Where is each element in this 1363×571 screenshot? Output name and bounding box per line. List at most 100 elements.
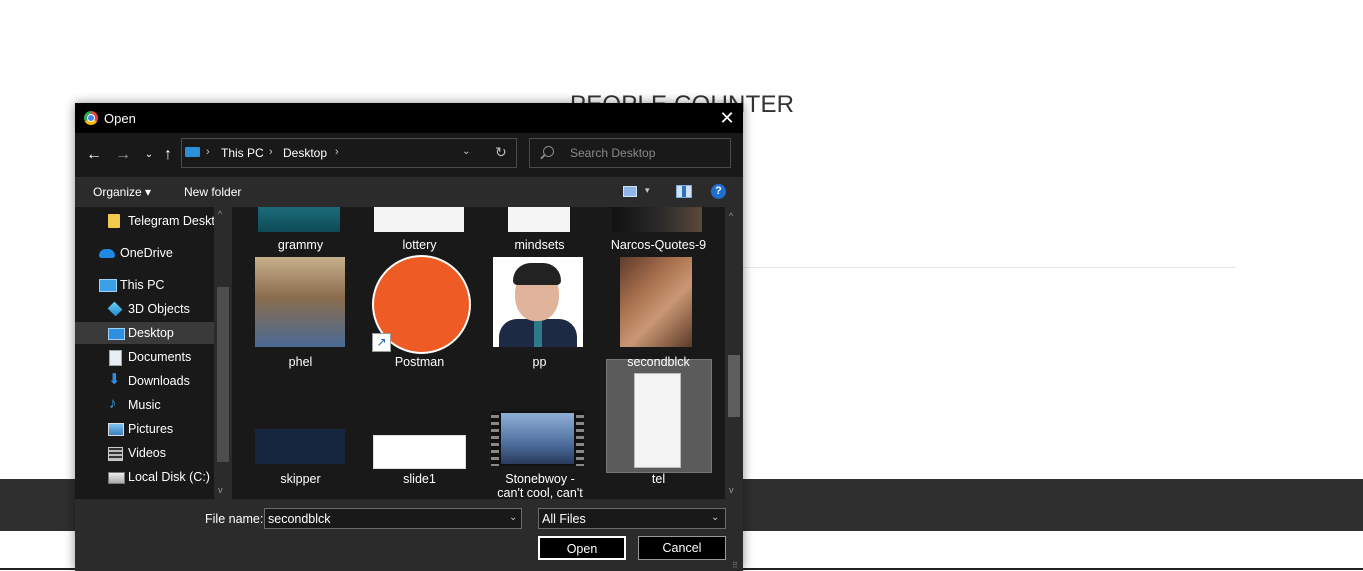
page-divider	[740, 267, 1236, 268]
address-dropdown-icon[interactable]: ⌄	[462, 146, 470, 157]
file-thumbnail-stonebwoy[interactable]	[491, 411, 584, 466]
open-button[interactable]: Open	[538, 536, 626, 560]
command-toolbar: Organize ▾ New folder ▾ ?	[75, 177, 743, 207]
file-name-dropdown-icon[interactable]: ⌄	[509, 512, 517, 523]
close-button[interactable]: ✕	[715, 107, 739, 129]
pc-icon	[185, 147, 200, 157]
nav-item-local-disk[interactable]: Local Disk (C:)	[75, 466, 214, 488]
scroll-up-arrow-icon[interactable]: ^	[218, 209, 222, 219]
music-icon: ♪	[109, 395, 117, 412]
nav-item-label: Music	[128, 398, 161, 412]
scroll-up-arrow-icon[interactable]: ^	[729, 211, 733, 221]
file-thumbnail-mindsets[interactable]	[508, 207, 570, 232]
nav-item-telegram-desktop[interactable]: Telegram Deskto	[75, 210, 222, 232]
video-frame	[501, 413, 574, 464]
preview-pane-icon[interactable]	[676, 185, 692, 198]
file-label-stonebwoy[interactable]: Stonebwoy - can't cool, can't	[484, 472, 596, 499]
nav-item-label: Local Disk (C:)	[128, 470, 210, 484]
chrome-icon	[84, 111, 98, 125]
breadcrumb-separator: ›	[335, 146, 339, 158]
dialog-title: Open	[104, 111, 136, 126]
file-name-label: File name:	[205, 512, 264, 526]
file-name-input[interactable]: secondblck	[264, 508, 522, 529]
file-thumbnail-pp[interactable]	[493, 257, 583, 347]
cancel-button[interactable]: Cancel	[638, 536, 726, 560]
nav-item-videos[interactable]: Videos	[75, 442, 214, 464]
breadcrumb-desktop[interactable]: Desktop	[283, 146, 327, 160]
scroll-down-arrow-icon[interactable]: v	[218, 485, 223, 495]
file-label-skipper[interactable]: skipper	[248, 472, 353, 486]
videos-icon	[108, 447, 123, 461]
file-type-select[interactable]: All Files	[538, 508, 726, 529]
nav-item-desktop[interactable]: Desktop	[75, 322, 214, 344]
nav-item-downloads[interactable]: ⬇ Downloads	[75, 370, 214, 392]
file-list: grammy lottery mindsets Narcos-Quotes-9 …	[232, 207, 725, 499]
nav-item-label: Downloads	[128, 374, 190, 388]
breadcrumb-this-pc[interactable]: This PC	[221, 146, 264, 160]
nav-item-onedrive[interactable]: OneDrive	[75, 242, 214, 264]
nav-item-label: OneDrive	[120, 246, 173, 260]
nav-pane-scrollbar[interactable]: ^ v	[214, 207, 232, 499]
file-thumbnail-grammy[interactable]	[258, 207, 340, 232]
navigation-pane: Telegram Deskto OneDrive This PC 3D Obje…	[75, 207, 232, 499]
file-label-postman[interactable]: Postman	[367, 355, 472, 369]
film-strip	[491, 411, 499, 466]
breadcrumb-separator: ›	[269, 146, 273, 158]
pictures-icon	[108, 423, 124, 436]
file-list-scroll-thumb[interactable]	[728, 355, 740, 417]
file-thumbnail-narcos-quotes[interactable]	[612, 207, 702, 232]
desktop-icon	[108, 328, 125, 340]
file-label-secondblck[interactable]: secondblck	[606, 355, 711, 369]
file-thumbnail-tel[interactable]	[634, 373, 681, 468]
nav-item-label: Pictures	[128, 422, 174, 436]
recent-locations-button[interactable]: ⌄	[139, 145, 159, 165]
file-thumbnail-slide1[interactable]	[373, 435, 466, 469]
file-label-pp[interactable]: pp	[487, 355, 592, 369]
refresh-icon[interactable]: ↻	[495, 144, 507, 161]
forward-button[interactable]: →	[113, 145, 133, 165]
file-label-slide1[interactable]: slide1	[367, 472, 472, 486]
back-button[interactable]: ←	[84, 145, 104, 165]
file-label-grammy[interactable]: grammy	[248, 238, 353, 252]
open-file-dialog: Open ✕ ← → ⌄ ↑ › This PC › Desktop › ⌄ ↻…	[75, 103, 743, 571]
organize-button[interactable]: Organize ▾	[93, 185, 151, 199]
file-thumbnail-secondblck[interactable]	[620, 257, 692, 347]
file-thumbnail-skipper[interactable]	[255, 429, 345, 464]
onedrive-icon	[99, 249, 115, 258]
nav-item-documents[interactable]: Documents	[75, 346, 214, 368]
change-view-icon[interactable]	[623, 186, 637, 197]
nav-pane-scroll-thumb[interactable]	[217, 287, 229, 462]
file-label-lottery[interactable]: lottery	[367, 238, 472, 252]
nav-item-pictures[interactable]: Pictures	[75, 418, 214, 440]
help-icon[interactable]: ?	[711, 184, 726, 199]
nav-item-music[interactable]: ♪ Music	[75, 394, 214, 416]
nav-item-label: 3D Objects	[128, 302, 190, 316]
disk-icon	[108, 472, 125, 484]
search-placeholder: Search Desktop	[570, 146, 656, 160]
file-list-scrollbar[interactable]: ^ v	[725, 207, 743, 499]
file-label-tel[interactable]: tel	[606, 472, 711, 486]
file-type-dropdown-icon[interactable]: ⌄	[711, 512, 719, 523]
dialog-footer: File name: secondblck ⌄ All Files ⌄ Open…	[75, 499, 743, 571]
3d-objects-icon	[107, 301, 123, 317]
view-options-dropdown-icon[interactable]: ▾	[645, 185, 650, 196]
file-thumbnail-lottery[interactable]	[374, 207, 464, 232]
file-label-mindsets[interactable]: mindsets	[487, 238, 592, 252]
film-strip	[576, 411, 584, 466]
nav-item-label: This PC	[120, 278, 165, 292]
address-bar[interactable]: › This PC › Desktop › ⌄ ↻	[181, 138, 517, 168]
folder-icon	[108, 214, 120, 228]
search-box[interactable]: Search Desktop	[529, 138, 731, 168]
file-thumbnail-phel[interactable]	[255, 257, 345, 347]
nav-item-this-pc[interactable]: This PC	[75, 274, 214, 296]
dialog-titlebar[interactable]: Open ✕	[75, 103, 743, 133]
resize-grip-icon[interactable]: ⠿	[732, 561, 742, 571]
file-label-phel[interactable]: phel	[248, 355, 353, 369]
file-label-narcos-quotes[interactable]: Narcos-Quotes-9	[606, 238, 711, 252]
nav-item-label: Documents	[128, 350, 192, 364]
scroll-down-arrow-icon[interactable]: v	[729, 485, 734, 495]
new-folder-button[interactable]: New folder	[184, 185, 241, 199]
up-button[interactable]: ↑	[158, 145, 178, 165]
nav-item-3d-objects[interactable]: 3D Objects	[75, 298, 214, 320]
pp-tie	[534, 321, 542, 347]
